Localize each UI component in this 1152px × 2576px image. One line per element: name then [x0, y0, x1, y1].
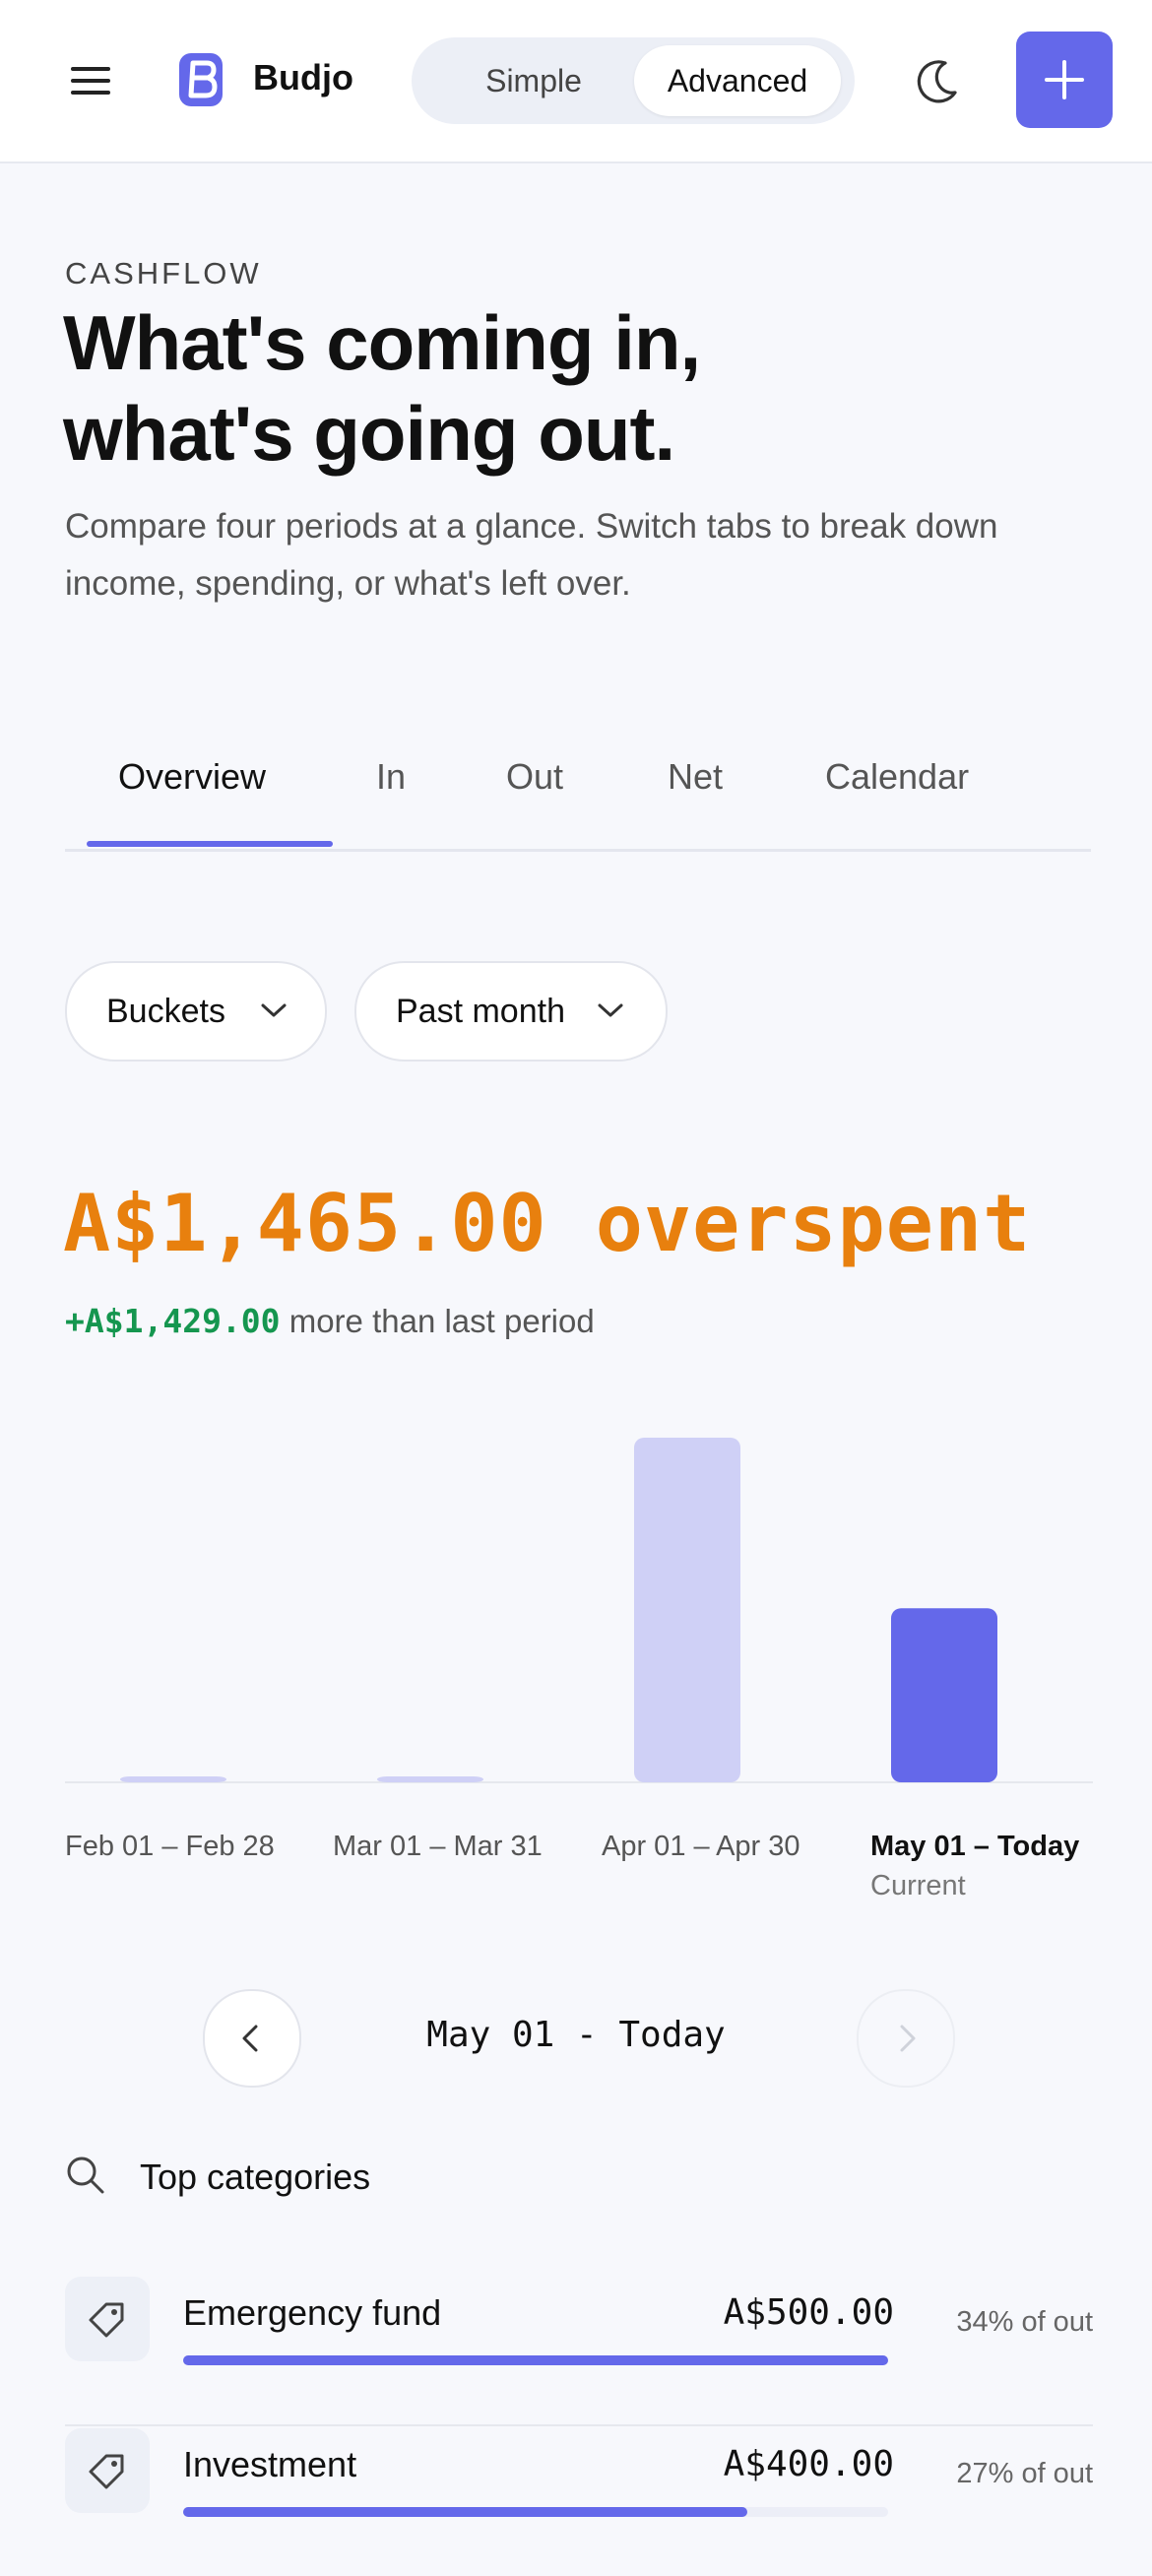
grouping-dropdown[interactable]: Buckets	[65, 961, 327, 1062]
period-delta: +A$1,429.00 more than last period	[65, 1302, 595, 1340]
category-bar-track	[183, 2355, 888, 2365]
tab-in[interactable]: In	[376, 756, 406, 849]
period-delta-value: +A$1,429.00	[65, 1302, 281, 1340]
view-tabs: Overview In Out Net Calendar	[65, 756, 1091, 852]
plus-icon	[1045, 60, 1084, 99]
mode-toggle: Simple Advanced	[412, 37, 855, 124]
mode-simple-option[interactable]: Simple	[425, 45, 642, 116]
active-tab-indicator	[87, 841, 333, 847]
section-eyebrow: CASHFLOW	[65, 256, 262, 290]
tag-icon	[89, 2454, 124, 2489]
chart-x-label: May 01 – Today	[870, 1831, 1080, 1862]
tab-net[interactable]: Net	[668, 756, 723, 849]
category-amount: A$400.00	[723, 2444, 894, 2484]
tab-overview[interactable]: Overview	[118, 756, 266, 849]
category-percent: 27% of out	[956, 2458, 1093, 2489]
chart-bar[interactable]	[377, 1776, 483, 1782]
chart-current-sub-label: Current	[870, 1870, 966, 1901]
add-transaction-button[interactable]	[1016, 32, 1113, 128]
page-title: What's coming in, what's going out.	[63, 297, 1048, 479]
budjo-logo-icon	[179, 53, 223, 106]
category-bar-fill	[183, 2355, 888, 2365]
tab-calendar[interactable]: Calendar	[825, 756, 969, 849]
hamburger-icon-line	[71, 91, 110, 95]
tab-out[interactable]: Out	[506, 756, 563, 849]
chevron-down-icon	[598, 1003, 623, 1017]
category-name: Emergency fund	[183, 2292, 442, 2333]
moon-icon	[917, 60, 957, 103]
tag-icon	[89, 2302, 124, 2338]
next-period-button[interactable]	[857, 1989, 955, 2088]
hamburger-icon	[71, 67, 110, 71]
menu-button[interactable]	[57, 51, 116, 110]
category-percent: 34% of out	[956, 2306, 1093, 2338]
range-dropdown[interactable]: Past month	[354, 961, 668, 1062]
hamburger-icon-line	[71, 79, 110, 83]
chart-x-label: Apr 01 – Apr 30	[602, 1831, 800, 1862]
category-name: Investment	[183, 2444, 357, 2484]
net-summary-amount: A$1,465.00 overspent	[63, 1178, 1032, 1269]
chart-bar[interactable]	[120, 1776, 226, 1782]
chevron-right-icon	[900, 2025, 916, 2052]
chart-x-label: Mar 01 – Mar 31	[333, 1831, 543, 1862]
chevron-down-icon	[261, 1003, 287, 1017]
category-icon-tile	[65, 2277, 150, 2361]
category-bar-fill	[183, 2507, 747, 2517]
chart-x-label: Feb 01 – Feb 28	[65, 1831, 275, 1862]
top-categories-title: Top categories	[140, 2157, 371, 2197]
chart-bar-current[interactable]	[891, 1608, 997, 1782]
grouping-dropdown-label: Buckets	[106, 993, 225, 1030]
category-row[interactable]: Investment A$400.00 27% of out	[65, 2428, 1093, 2576]
theme-toggle-button[interactable]	[906, 51, 967, 112]
range-dropdown-label: Past month	[396, 993, 565, 1030]
page-title-line-2: what's going out.	[63, 390, 675, 477]
period-delta-suffix: more than last period	[288, 1303, 595, 1339]
chevron-left-icon	[242, 2025, 258, 2052]
current-period-label: May 01 - Today	[426, 2015, 726, 2055]
category-row[interactable]: Emergency fund A$500.00 34% of out	[65, 2277, 1093, 2426]
mode-advanced-option[interactable]: Advanced	[634, 45, 841, 116]
app-header: Budjo Simple Advanced	[0, 0, 1152, 163]
page-subtitle: Compare four periods at a glance. Switch…	[65, 507, 998, 603]
search-icon	[67, 2157, 104, 2194]
category-bar-track	[183, 2507, 888, 2517]
brand-name: Budjo	[253, 57, 353, 97]
chart-bar[interactable]	[634, 1438, 740, 1782]
chart-x-label-current: May 01 – Today Current	[870, 1827, 1097, 1905]
page-title-line-1: What's coming in,	[63, 299, 701, 386]
category-icon-tile	[65, 2428, 150, 2513]
category-amount: A$500.00	[723, 2292, 894, 2333]
previous-period-button[interactable]	[203, 1989, 301, 2088]
